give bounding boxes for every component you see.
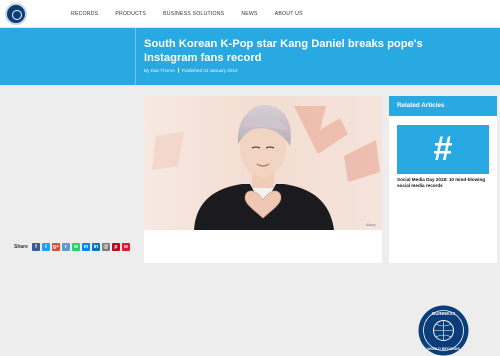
guinness-world-records-badge-icon[interactable]: GUINNESS WORLD RECORDS <box>418 305 469 356</box>
top-navigation-bar: RECORDS PRODUCTS BUSINESS SOLUTIONS NEWS… <box>0 0 500 28</box>
whatsapp-icon[interactable]: w <box>71 243 80 251</box>
article-photo: Alamy <box>144 96 382 230</box>
related-articles-heading: Related Articles <box>389 96 497 116</box>
badge-text-bottom: WORLD RECORDS <box>427 347 460 351</box>
nav-news[interactable]: NEWS <box>241 11 257 17</box>
weibo-icon[interactable]: w <box>121 243 130 251</box>
reddit-icon[interactable]: r <box>61 243 70 251</box>
article-published-date: Published 03 January 2019 <box>181 68 238 73</box>
article-title: South Korean K-Pop star Kang Daniel brea… <box>144 38 423 64</box>
kang-daniel-photo: Alamy <box>144 96 382 230</box>
main-nav: RECORDS PRODUCTS BUSINESS SOLUTIONS NEWS… <box>71 11 320 17</box>
related-article-link[interactable]: Social Media Day 2018: 10 mind-blowing s… <box>397 177 491 189</box>
linkedin-icon[interactable]: in <box>91 243 100 251</box>
article-author[interactable]: By Dan Thorne <box>144 68 175 73</box>
article-header: South Korean K-Pop star Kang Daniel brea… <box>0 28 500 85</box>
nav-business-solutions[interactable]: BUSINESS SOLUTIONS <box>163 11 224 17</box>
guinness-logo-icon[interactable] <box>5 3 27 25</box>
twitter-icon[interactable]: t <box>41 243 50 251</box>
photo-credit: Alamy <box>366 223 376 227</box>
messenger-icon[interactable]: m <box>81 243 90 251</box>
hashtag-icon[interactable]: # <box>397 125 489 174</box>
nav-records[interactable]: RECORDS <box>71 11 98 17</box>
nav-products[interactable]: PRODUCTS <box>115 11 146 17</box>
email-icon[interactable]: @ <box>101 243 110 251</box>
badge-text-top: GUINNESS <box>432 311 456 316</box>
byline-separator <box>177 68 179 73</box>
google-plus-icon[interactable]: g+ <box>51 243 60 251</box>
article-body: Alamy <box>144 96 382 263</box>
share-bar: Share f t g+ r w m in @ p w <box>14 243 132 251</box>
article-byline: By Dan Thorne Published 03 January 2019 <box>144 68 238 73</box>
share-label: Share <box>14 244 28 250</box>
facebook-icon[interactable]: f <box>31 243 40 251</box>
header-divider <box>135 28 136 85</box>
sidebar: Related Articles # Social Media Day 2018… <box>389 96 497 356</box>
nav-about-us[interactable]: ABOUT US <box>275 11 303 17</box>
pinterest-icon[interactable]: p <box>111 243 120 251</box>
